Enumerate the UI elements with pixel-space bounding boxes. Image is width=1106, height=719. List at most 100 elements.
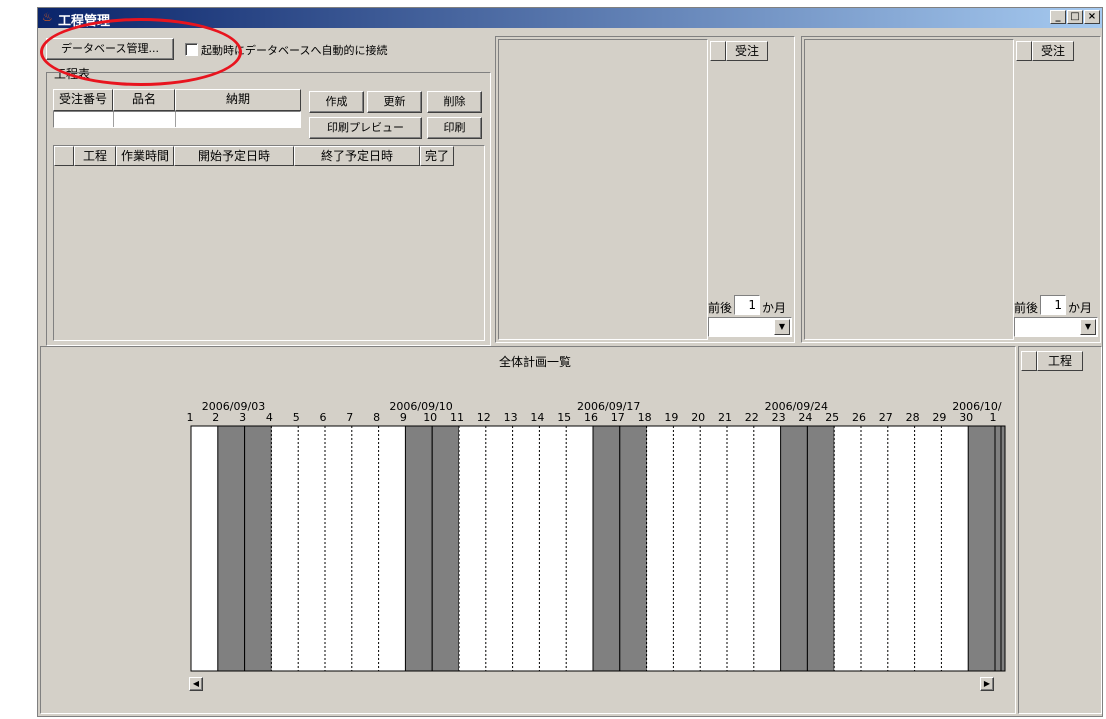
day-tick-label: 27 [879, 411, 893, 424]
date-label: 2006/09/24 [765, 400, 828, 413]
order-panel-2-range-input[interactable]: 1 [1040, 295, 1066, 315]
col-end-datetime[interactable]: 終了予定日時 [294, 146, 420, 166]
day-column [592, 425, 621, 672]
minimize-button[interactable]: _ [1050, 10, 1066, 24]
day-column [673, 426, 701, 671]
print-button[interactable]: 印刷 [427, 117, 482, 139]
overview-panel: 全体計画一覧 1 2 3 4 5 6 7 8 9 10 11 12 13 14 15 16 17 18 19 20 21… [40, 346, 1016, 714]
day-tick-label: 28 [906, 411, 920, 424]
order-panel-2-combo[interactable]: ▼ [1014, 317, 1098, 337]
day-column [325, 426, 352, 671]
day-column [431, 425, 460, 672]
col-process[interactable]: 工程 [74, 146, 116, 166]
highlight-circle [40, 18, 242, 86]
day-column [191, 426, 218, 671]
order-panel-1-canvas[interactable] [498, 39, 708, 340]
process-side-select-header[interactable] [1021, 351, 1037, 371]
day-column [727, 426, 754, 671]
window-controls: _ □ × [1050, 10, 1100, 24]
day-column [780, 425, 808, 672]
gantt-chart[interactable]: 1 2 3 4 5 6 7 8 9 10 11 12 13 14 15 16 17 18 19 20 21 22 23 24 2… [41, 347, 1017, 715]
day-column [539, 426, 567, 671]
close-button[interactable]: × [1084, 10, 1100, 24]
order-panel-2-range-suffix: か月 [1068, 301, 1093, 315]
day-column [994, 425, 1006, 672]
order-panel-2-canvas[interactable] [804, 39, 1014, 340]
day-column [887, 426, 915, 671]
day-column [619, 425, 648, 672]
col-work-time[interactable]: 作業時間 [116, 146, 174, 166]
date-label: 2006/09/03 [202, 400, 265, 413]
day-column [646, 426, 674, 671]
day-tick-label: 6 [320, 411, 327, 424]
day-column [753, 426, 781, 671]
day-column [806, 425, 835, 672]
day-column [244, 425, 272, 672]
day-tick-label: 13 [504, 411, 518, 424]
order-panel-1-range-suffix: か月 [762, 301, 787, 315]
cell-divider [175, 112, 176, 127]
day-tick-label: 21 [718, 411, 732, 424]
order-input-row[interactable] [53, 111, 301, 128]
day-tick-label: 22 [745, 411, 759, 424]
order-panel-1-combo[interactable]: ▼ [708, 317, 792, 337]
col-order-number[interactable]: 受注番号 [53, 89, 113, 111]
create-button[interactable]: 作成 [309, 91, 364, 113]
chevron-down-icon[interactable]: ▼ [774, 319, 790, 335]
day-column [941, 426, 969, 671]
day-column [834, 426, 861, 671]
col-complete[interactable]: 完了 [420, 146, 454, 166]
order-panel-2-select-header[interactable] [1016, 41, 1032, 61]
process-table-group: 受注番号 品名 納期 作成 更新 削除 印刷プレビュー 印刷 工程 作業時間 開… [46, 72, 491, 346]
day-tick-label: 4 [266, 411, 273, 424]
day-column [217, 425, 246, 672]
print-preview-button[interactable]: 印刷プレビュー [309, 117, 422, 139]
chevron-down-icon[interactable]: ▼ [1080, 319, 1096, 335]
day-tick-label: 15 [557, 411, 571, 424]
process-list[interactable]: 工程 作業時間 開始予定日時 終了予定日時 完了 [53, 145, 485, 341]
order-panel-1-range-input[interactable]: 1 [734, 295, 760, 315]
day-tick-label: 19 [664, 411, 678, 424]
process-side-header[interactable]: 工程 [1037, 351, 1083, 371]
day-column [271, 426, 299, 671]
day-column [404, 425, 433, 672]
order-panel-1-select-header[interactable] [710, 41, 726, 61]
day-tick-label: 20 [691, 411, 705, 424]
col-item-name[interactable]: 品名 [113, 89, 175, 111]
day-column [351, 426, 379, 671]
date-label: 2006/10/ [952, 400, 1002, 413]
day-column [298, 426, 325, 671]
date-label: 2006/09/10 [389, 400, 452, 413]
order-panel-1-range-prefix: 前後 [708, 301, 733, 315]
cell-divider [113, 112, 114, 127]
java-cup-icon: ♨ [42, 10, 53, 24]
day-column [459, 426, 486, 671]
update-button[interactable]: 更新 [367, 91, 422, 113]
day-column [700, 426, 727, 671]
delete-button[interactable]: 削除 [427, 91, 482, 113]
order-panel-2-header[interactable]: 受注 [1032, 41, 1074, 61]
day-column [566, 426, 593, 671]
date-label: 2006/09/17 [577, 400, 640, 413]
order-panel-1-header[interactable]: 受注 [726, 41, 768, 61]
day-tick-label: 12 [477, 411, 491, 424]
scroll-right-button[interactable]: ▶ [980, 677, 994, 691]
day-column [861, 426, 888, 671]
order-panel-1: 受注 前後 1 か月 ▼ [495, 36, 795, 343]
maximize-button[interactable]: □ [1067, 10, 1083, 24]
scroll-left-button[interactable]: ◀ [189, 677, 203, 691]
day-column [485, 426, 513, 671]
day-tick-label: 26 [852, 411, 866, 424]
day-tick-label: 7 [346, 411, 353, 424]
day-column [378, 426, 406, 671]
process-side-panel: 工程 [1018, 346, 1102, 714]
day-column [512, 426, 540, 671]
col-due-date[interactable]: 納期 [175, 89, 301, 111]
day-tick-label: 8 [373, 411, 380, 424]
day-tick-label: 1 [187, 411, 194, 424]
col-start-datetime[interactable]: 開始予定日時 [174, 146, 294, 166]
day-tick-label: 14 [530, 411, 544, 424]
col-select[interactable] [54, 146, 74, 166]
day-column [967, 425, 996, 672]
day-tick-label: 29 [932, 411, 946, 424]
